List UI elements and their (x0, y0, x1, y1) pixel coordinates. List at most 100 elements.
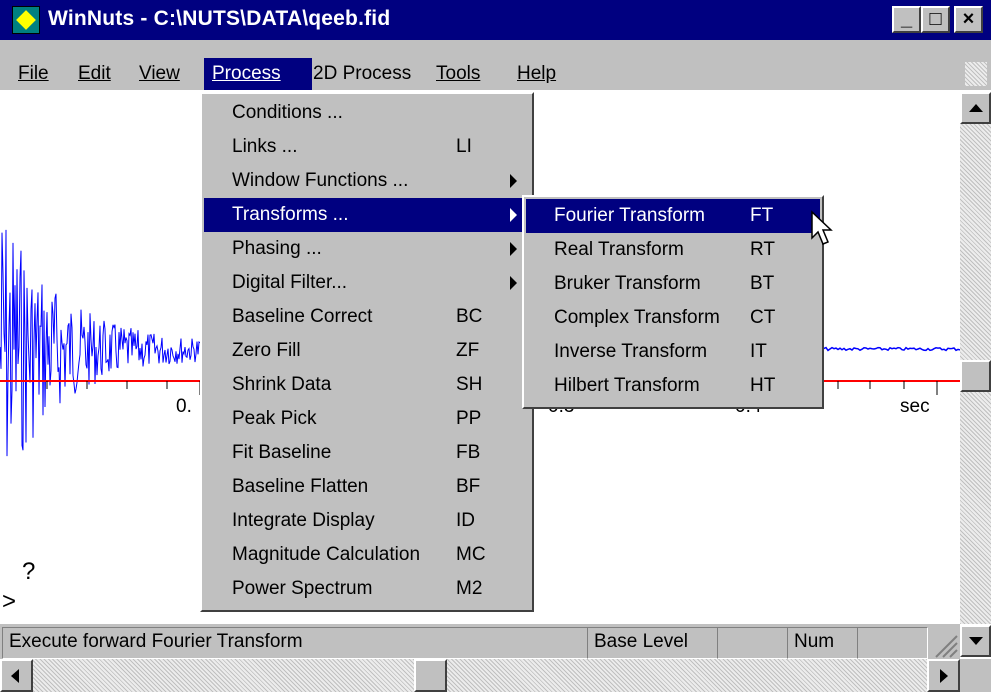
transforms-menu-item-label: Real Transform (554, 239, 684, 260)
submenu-arrow-icon (510, 276, 517, 290)
transforms-menu-item[interactable]: Complex Transform CT (526, 301, 820, 335)
axis-unit-label: sec (900, 396, 930, 417)
submenu-arrow-icon (510, 174, 517, 188)
base-level-indicator: Base Level (587, 627, 721, 659)
scroll-up-button[interactable] (960, 92, 991, 124)
transforms-menu-item[interactable]: Real Transform RT (526, 233, 820, 267)
process-menu-item-label: Peak Pick (232, 408, 317, 429)
process-menu-item[interactable]: Baseline Correct BC (204, 300, 530, 334)
menu-tools[interactable]: Tools (428, 58, 488, 90)
process-menu-item-label: Baseline Flatten (232, 476, 369, 497)
submenu-arrow-icon (510, 208, 517, 222)
process-menu-item-shortcut: BC (456, 306, 483, 327)
scroll-down-button[interactable] (960, 625, 991, 657)
title-bar[interactable]: WinNuts - C:\NUTS\DATA\qeeb.fid _ □ × (0, 0, 991, 40)
fid-trace-right (821, 346, 960, 352)
command-prompt[interactable]: > (2, 588, 16, 616)
process-menu-item-label: Zero Fill (232, 340, 301, 361)
arrow-up-icon (969, 104, 983, 112)
menu-view[interactable]: View (131, 58, 188, 90)
process-menu-item[interactable]: Baseline Flatten BF (204, 470, 530, 504)
process-menu-item-shortcut: PP (456, 408, 482, 429)
transforms-menu-item-shortcut: RT (750, 239, 775, 260)
minimize-button[interactable]: _ (892, 6, 921, 33)
transforms-menu-item-shortcut: IT (750, 341, 767, 362)
submenu-arrow-icon (510, 242, 517, 256)
process-menu-item-shortcut: MC (456, 544, 486, 565)
status-empty-panel-1 (717, 627, 791, 659)
process-menu-item[interactable]: Window Functions ... (204, 164, 530, 198)
scrollbar-corner (960, 659, 991, 692)
transforms-menu-item-label: Inverse Transform (554, 341, 708, 362)
process-menu-item-shortcut: SH (456, 374, 483, 395)
menu-file[interactable]: File (10, 58, 57, 90)
menu-help[interactable]: Help (509, 58, 564, 90)
process-menu-item-label: Phasing ... (232, 238, 322, 259)
process-menu-item-label: Integrate Display (232, 510, 375, 531)
process-menu-item-shortcut: ZF (456, 340, 480, 361)
process-menu-item[interactable]: Digital Filter... (204, 266, 530, 300)
process-menu-item[interactable]: Integrate Display ID (204, 504, 530, 538)
transforms-menu-item-shortcut: CT (750, 307, 776, 328)
menu-process[interactable]: Process (204, 58, 312, 90)
maximize-button[interactable]: □ (921, 6, 950, 33)
process-menu-item[interactable]: Zero Fill ZF (204, 334, 530, 368)
process-menu-item-shortcut: M2 (456, 578, 483, 599)
process-menu-item-label: Conditions ... (232, 102, 343, 123)
process-menu-item-shortcut: ID (456, 510, 475, 531)
process-menu-item-label: Baseline Correct (232, 306, 373, 327)
transforms-menu-item-label: Bruker Transform (554, 273, 701, 294)
transforms-menu-item-label: Complex Transform (554, 307, 720, 328)
transforms-menu-item[interactable]: Bruker Transform BT (526, 267, 820, 301)
process-menu-item[interactable]: Fit Baseline FB (204, 436, 530, 470)
num-lock-indicator: Num (787, 627, 861, 659)
close-icon: × (962, 8, 975, 30)
menu-view-label: View (139, 63, 180, 84)
close-button[interactable]: × (954, 6, 983, 33)
process-menu-item[interactable]: Peak Pick PP (204, 402, 530, 436)
num-lock-text: Num (794, 631, 835, 652)
mouse-cursor-icon (811, 210, 833, 245)
horizontal-scrollbar[interactable] (0, 659, 991, 692)
process-menu-item[interactable]: Power Spectrum M2 (204, 572, 530, 606)
menu-2d-process[interactable]: 2D Process (305, 58, 419, 90)
transforms-menu-item[interactable]: Fourier Transform FT (526, 199, 820, 233)
status-message: Execute forward Fourier Transform (2, 627, 590, 659)
axis-ticks-right (837, 381, 938, 395)
scroll-right-button[interactable] (927, 659, 960, 692)
arrow-right-icon (940, 669, 948, 683)
process-menu-item-label: Magnitude Calculation (232, 544, 421, 565)
size-grip-icon[interactable] (932, 632, 958, 658)
process-menu-item[interactable]: Shrink Data SH (204, 368, 530, 402)
menu-help-label: Help (517, 63, 557, 84)
vertical-scroll-thumb[interactable] (960, 360, 991, 392)
base-level-text: Base Level (594, 631, 689, 652)
process-menu-item-shortcut: FB (456, 442, 481, 463)
process-menu-item-label: Fit Baseline (232, 442, 332, 463)
transforms-menu-item-shortcut: BT (750, 273, 775, 294)
scroll-left-button[interactable] (0, 659, 33, 692)
vertical-scrollbar[interactable] (960, 92, 991, 657)
transforms-menu-item[interactable]: Hilbert Transform HT (526, 369, 820, 403)
winnuts-app-icon[interactable] (12, 6, 40, 34)
process-menu-item[interactable]: Conditions ... (204, 96, 530, 130)
menu-edit[interactable]: Edit (70, 58, 119, 90)
help-prompt[interactable]: ? (22, 558, 35, 586)
transforms-submenu: Fourier Transform FT Real Transform RT Bruke… (522, 195, 824, 409)
menubar-grip (965, 62, 987, 86)
menu-tools-label: Tools (436, 63, 481, 84)
horizontal-scroll-thumb[interactable] (414, 659, 447, 692)
menu-process-label: Process (212, 63, 281, 84)
status-bar: Execute forward Fourier Transform Base L… (0, 624, 960, 659)
menu-file-label: File (18, 63, 49, 84)
process-menu-item-shortcut: BF (456, 476, 481, 497)
status-empty-panel-2 (857, 627, 928, 659)
process-menu-item-label: Window Functions ... (232, 170, 409, 191)
transforms-menu-item[interactable]: Inverse Transform IT (526, 335, 820, 369)
process-menu-item[interactable]: Phasing ... (204, 232, 530, 266)
process-menu-item[interactable]: Magnitude Calculation MC (204, 538, 530, 572)
menu-bar: File Edit View Process 2D Process Tools … (0, 58, 991, 90)
process-menu-item[interactable]: Links ... LI (204, 130, 530, 164)
process-menu-item[interactable]: Transforms ... (204, 198, 530, 232)
process-menu: Conditions ... Links ... LI Window Function… (200, 92, 534, 612)
